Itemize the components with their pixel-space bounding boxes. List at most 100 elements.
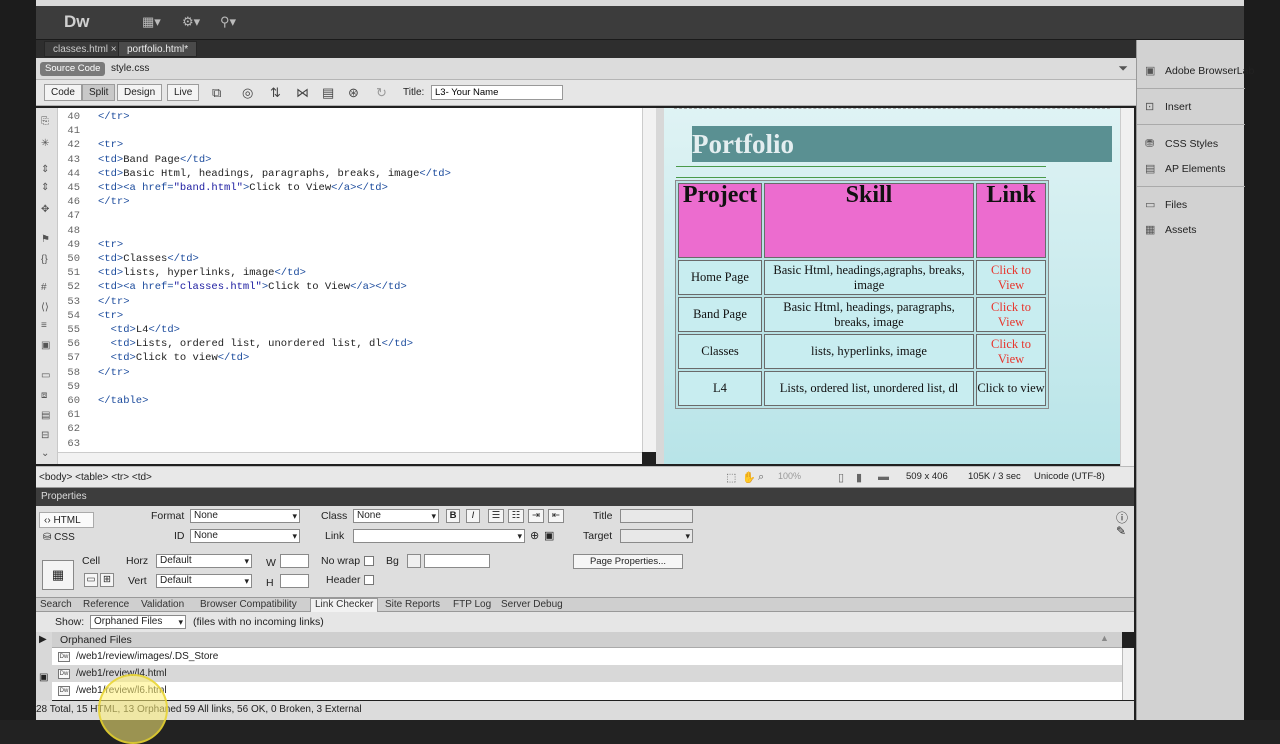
code-line[interactable]: 56 <td>Lists, ordered list, unordered li…: [58, 337, 413, 351]
preview-icon[interactable]: ◎: [242, 85, 253, 101]
cell-link[interactable]: Click to View: [976, 260, 1046, 295]
code-line[interactable]: 45 <td><a href="band.html">Click to View<…: [58, 181, 388, 195]
tab-browser-compatibility[interactable]: Browser Compatibility: [196, 599, 301, 610]
cell-link[interactable]: Click to View: [976, 297, 1046, 332]
expand-all-icon[interactable]: ⇕: [41, 182, 49, 193]
dock-files[interactable]: ▭ Files: [1145, 198, 1187, 211]
page-properties-button[interactable]: Page Properties...: [573, 554, 683, 569]
code-line[interactable]: 41: [58, 124, 98, 138]
tablet-size-icon[interactable]: ▮: [856, 471, 862, 484]
code-line[interactable]: 42 <tr>: [58, 138, 123, 152]
portfolio-table[interactable]: Project Skill Link Home Page Basic Html,…: [675, 180, 1049, 409]
title-prop-input[interactable]: [620, 509, 693, 523]
wrap-tag-icon[interactable]: ▣: [41, 340, 50, 351]
mobile-size-icon[interactable]: ▯: [838, 471, 844, 484]
browser-check-icon[interactable]: ⊛: [348, 85, 359, 101]
bg-color-input[interactable]: [424, 554, 490, 568]
unordered-list-icon[interactable]: ☰: [488, 509, 504, 523]
snippets-icon[interactable]: ▭: [41, 370, 50, 381]
play-icon[interactable]: ▶: [39, 634, 47, 645]
click-to-view-link[interactable]: Click to View: [991, 337, 1031, 366]
code-line[interactable]: 61: [58, 408, 98, 422]
point-to-file-icon[interactable]: ⊕: [530, 529, 539, 542]
dock-browserlab[interactable]: ▣ Adobe BrowserLab: [1145, 64, 1254, 77]
layout-icon[interactable]: ▦▾: [142, 14, 161, 30]
remove-comment-icon[interactable]: ≡: [41, 320, 47, 331]
style-css-link[interactable]: style.css: [111, 63, 149, 74]
html-mode-button[interactable]: ‹› HTML: [39, 512, 94, 528]
select-parent-icon[interactable]: ✥: [41, 204, 49, 215]
list-item[interactable]: Dw/web1/review/l6.html: [52, 682, 1122, 699]
header-checkbox[interactable]: [364, 575, 374, 585]
click-to-view-link[interactable]: Click to View: [991, 263, 1031, 292]
ordered-list-icon[interactable]: ☷: [508, 509, 524, 523]
nowrap-checkbox[interactable]: [364, 556, 374, 566]
site-icon[interactable]: ⚲▾: [220, 14, 236, 30]
portfolio-heading[interactable]: Portfolio: [692, 126, 1112, 162]
select-tool-icon[interactable]: ⬚: [726, 471, 736, 484]
bold-button[interactable]: B: [446, 509, 460, 523]
italic-button[interactable]: I: [466, 509, 480, 523]
class-select[interactable]: None: [353, 509, 439, 523]
tab-classes-html[interactable]: classes.html ×: [44, 41, 126, 57]
page-title-input[interactable]: [431, 85, 563, 100]
refresh-icon[interactable]: ↻: [376, 85, 387, 101]
balance-braces-icon[interactable]: ⚑: [41, 234, 50, 245]
line-numbers-icon[interactable]: {}: [41, 254, 48, 265]
split-view-button[interactable]: Split: [82, 84, 116, 101]
code-line[interactable]: 47: [58, 209, 98, 223]
tab-site-reports[interactable]: Site Reports: [381, 599, 444, 610]
header-link[interactable]: Link: [976, 183, 1046, 258]
cell-link[interactable]: Click to View: [976, 334, 1046, 369]
css-mode-button[interactable]: ⛁ CSS: [39, 530, 94, 546]
header-project[interactable]: Project: [678, 183, 762, 258]
code-line[interactable]: 49 <tr>: [58, 238, 123, 252]
close-icon[interactable]: ×: [111, 44, 117, 55]
outdent-icon[interactable]: ⊟: [41, 430, 49, 441]
code-line[interactable]: 57 <td>Click to view</td>: [58, 351, 249, 365]
collapse-tag-icon[interactable]: ✳: [41, 138, 49, 149]
format-source-icon[interactable]: ⌄: [41, 448, 49, 459]
code-view-button[interactable]: Code: [44, 84, 82, 101]
code-line[interactable]: 40 </tr>: [58, 110, 129, 124]
tab-ftp-log[interactable]: FTP Log: [449, 599, 495, 610]
zoom-tool-icon[interactable]: ⌕: [758, 471, 764, 484]
tab-search[interactable]: Search: [36, 599, 76, 610]
cell-link-text[interactable]: Click to view: [976, 371, 1046, 406]
link-input[interactable]: [353, 529, 525, 543]
code-line[interactable]: 50 <td>Classes</td>: [58, 252, 198, 266]
dock-insert[interactable]: ⊡ Insert: [1145, 100, 1191, 113]
merge-cells-icon[interactable]: ▭: [84, 573, 98, 587]
split-cell-icon[interactable]: ⊞: [100, 573, 114, 587]
code-line[interactable]: 55 <td>L4</td>: [58, 323, 180, 337]
code-line[interactable]: 62: [58, 422, 98, 436]
header-skill[interactable]: Skill: [764, 183, 974, 258]
quick-tag-editor-icon[interactable]: ✎: [1116, 524, 1126, 538]
code-line[interactable]: 44 <td>Basic Html, headings, paragraphs, …: [58, 167, 451, 181]
cell-project[interactable]: L4: [678, 371, 762, 406]
code-line[interactable]: 59: [58, 380, 98, 394]
window-size[interactable]: 509 x 406: [906, 471, 948, 482]
height-input[interactable]: [280, 574, 309, 588]
code-line[interactable]: 63: [58, 437, 98, 451]
design-view-button[interactable]: Design: [117, 84, 163, 101]
orphaned-files-header[interactable]: Orphaned Files ▲: [52, 632, 1122, 648]
click-to-view-link[interactable]: Click to View: [991, 300, 1031, 329]
hand-tool-icon[interactable]: ✋: [742, 471, 756, 484]
apply-comment-icon[interactable]: ⟨⟩: [41, 302, 49, 313]
file-management-icon[interactable]: ⇅: [270, 85, 281, 101]
list-item[interactable]: Dw/web1/review/images/.DS_Store: [52, 648, 1122, 665]
code-line[interactable]: 43 <td>Band Page</td>: [58, 153, 211, 167]
cell-skill[interactable]: Basic Html, headings, paragraphs, breaks…: [764, 297, 974, 332]
list-item[interactable]: Dw/web1/review/l4.html: [52, 665, 1122, 682]
multiscreen-icon[interactable]: ⧉: [212, 85, 221, 101]
results-scrollbar[interactable]: [1122, 648, 1134, 700]
cell-project[interactable]: Band Page: [678, 297, 762, 332]
cell-skill[interactable]: Basic Html, headings,agraphs, breaks, im…: [764, 260, 974, 295]
cell-skill[interactable]: lists, hyperlinks, image: [764, 334, 974, 369]
visual-aids-icon[interactable]: ⋈: [296, 85, 309, 101]
dock-assets[interactable]: ▦ Assets: [1145, 223, 1197, 236]
gear-icon[interactable]: ⚙▾: [182, 14, 200, 30]
highlight-invalid-icon[interactable]: #: [41, 282, 47, 293]
tab-validation[interactable]: Validation: [137, 599, 188, 610]
